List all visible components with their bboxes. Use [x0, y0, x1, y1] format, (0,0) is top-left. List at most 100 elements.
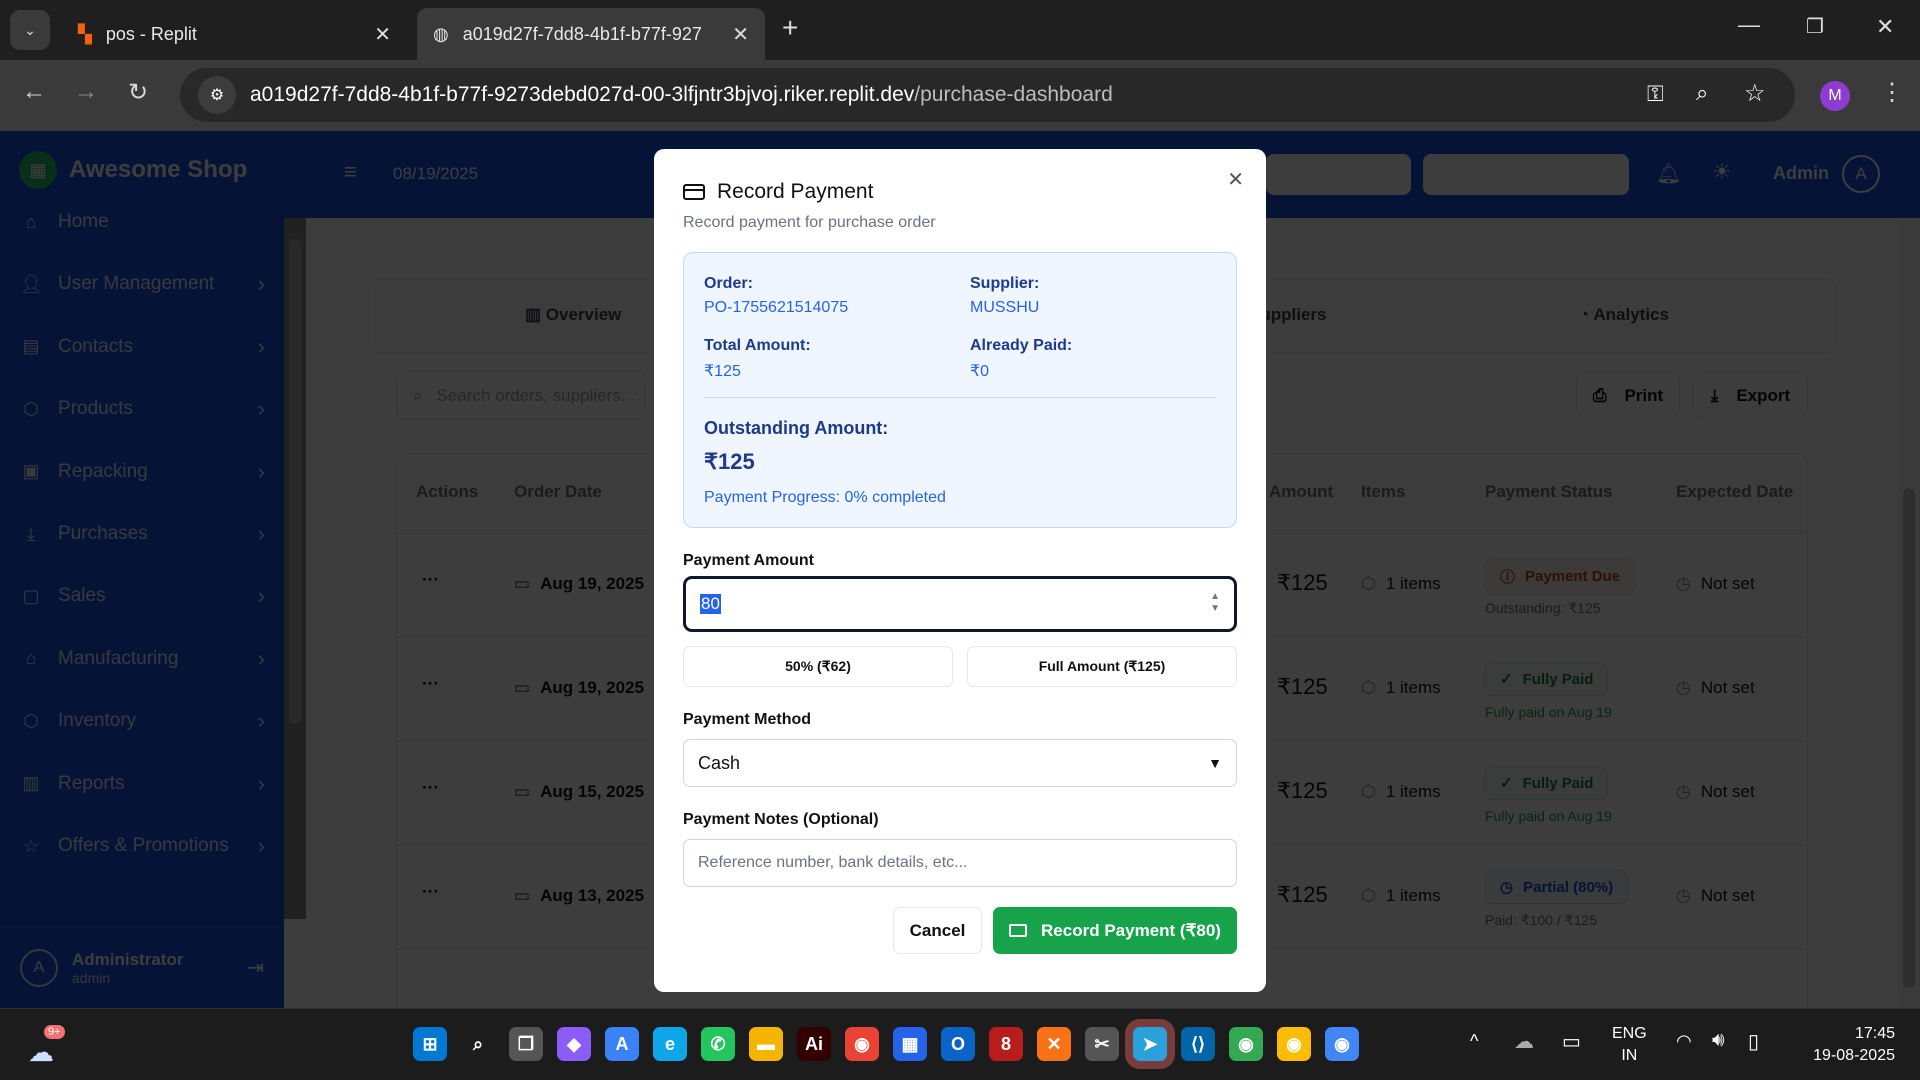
sidebar-item-products[interactable]: ⬡ Products › — [20, 385, 265, 433]
sidebar-item-offers-promotions[interactable]: ☆ Offers & Promotions › — [20, 822, 265, 870]
address-bar[interactable]: ⚙ a019d27f-7dd8-4b1f-b77f-9273debd027d-0… — [180, 68, 1795, 122]
tab-list-button[interactable]: ⌄ — [10, 10, 50, 50]
sidebar-item-user-management[interactable]: 👤︎ User Management › — [20, 260, 265, 308]
tray-chevron-icon[interactable]: ^ — [1470, 1031, 1478, 1052]
already-paid: ₹0 — [970, 363, 990, 380]
payment-method-select[interactable]: Cash ▼ — [683, 739, 1237, 787]
calendar-icon: ▭ — [514, 574, 531, 593]
bell-icon[interactable]: 🔔︎ — [1656, 161, 1681, 186]
column-header-actions: Actions — [416, 482, 479, 501]
display-icon[interactable]: ▭ — [1562, 1029, 1581, 1054]
calendar-icon: ▭ — [514, 782, 531, 801]
row-actions-menu[interactable]: ··· — [422, 674, 439, 694]
language-indicator[interactable]: ENG IN — [1612, 1023, 1647, 1067]
print-button[interactable]: ⎙ Print — [1576, 373, 1680, 418]
illustrator-icon[interactable]: Ai — [797, 1027, 831, 1061]
close-tab-icon[interactable]: ✕ — [374, 22, 391, 47]
file-explorer-icon[interactable]: ▬ — [749, 1027, 783, 1061]
clock[interactable]: 17:45 19-08-2025 — [1795, 1023, 1895, 1067]
payment-amount-input[interactable]: 80 ▲ ▼ — [683, 576, 1237, 632]
clock-icon: ◷ — [1676, 886, 1691, 905]
search-input[interactable]: ⌕ Search orders, suppliers... — [396, 371, 646, 420]
sidebar-item-inventory[interactable]: ⬡ Inventory › — [20, 697, 265, 745]
column-header-amount: Amount — [1269, 482, 1334, 501]
app-icon[interactable]: 8 — [989, 1027, 1023, 1061]
hamburger-menu-icon[interactable]: ≡ — [344, 159, 357, 185]
reload-icon[interactable]: ↻ — [128, 78, 148, 107]
restore-button[interactable]: ❐ — [1806, 14, 1824, 39]
weather-widget[interactable]: ☁ 9+ — [28, 1025, 68, 1067]
page-scrollbar[interactable] — [1898, 218, 1920, 1008]
site-settings-icon[interactable]: ⚙ — [198, 76, 236, 114]
chrome-active-icon[interactable]: ◉ — [1325, 1027, 1359, 1061]
full-amount-button[interactable]: Full Amount (₹125) — [967, 646, 1237, 687]
battery-icon[interactable]: ▯ — [1748, 1029, 1759, 1054]
password-key-icon[interactable]: ⚿ — [1647, 81, 1664, 107]
sidebar-item-manufacturing[interactable]: ⌂ Manufacturing › — [20, 635, 265, 683]
sidebar-item-purchases[interactable]: ⤓ Purchases › — [20, 510, 265, 558]
sidebar-item-sales[interactable]: ▢ Sales › — [20, 572, 265, 620]
close-tab-icon[interactable]: ✕ — [732, 22, 749, 47]
row-actions-menu[interactable]: ··· — [422, 570, 439, 590]
chrome-profile-icon[interactable]: ◉ — [1229, 1027, 1263, 1061]
status-note: Fully paid on Aug 19 — [1485, 808, 1612, 824]
record-payment-button[interactable]: Record Payment (₹80) — [993, 907, 1237, 954]
sidebar-scrollbar-thumb[interactable] — [289, 239, 301, 724]
page-scrollbar-thumb[interactable] — [1903, 488, 1915, 988]
onedrive-icon[interactable]: ☁ — [1514, 1029, 1534, 1054]
close-window-button[interactable]: ✕ — [1876, 14, 1894, 40]
telegram-icon[interactable]: ➤ — [1133, 1027, 1167, 1061]
number-spinner[interactable]: ▲ ▼ — [1210, 591, 1220, 615]
user-avatar[interactable]: A — [1842, 155, 1880, 193]
row-actions-menu[interactable]: ··· — [422, 778, 439, 798]
new-tab-button[interactable]: + — [782, 12, 798, 44]
store-icon[interactable]: ▦ — [893, 1027, 927, 1061]
vscode-icon[interactable]: ⟨⟩ — [1181, 1027, 1215, 1061]
header-button[interactable] — [1423, 154, 1629, 195]
back-icon[interactable]: ← — [22, 78, 46, 106]
theme-sun-icon[interactable]: ☀ — [1712, 159, 1732, 185]
sidebar-item-contacts[interactable]: ▤ Contacts › — [20, 323, 265, 371]
volume-icon[interactable]: 🔊︎ — [1712, 1029, 1725, 1052]
xampp-icon[interactable]: ✕ — [1037, 1027, 1071, 1061]
half-amount-button[interactable]: 50% (₹62) — [683, 646, 953, 687]
sidebar-item-reports[interactable]: ▥ Reports › — [20, 760, 265, 808]
close-dialog-icon[interactable]: ✕ — [1227, 167, 1244, 192]
menu-kebab-icon[interactable]: ⋮ — [1880, 78, 1904, 107]
export-button[interactable]: ⤓ Export — [1693, 373, 1808, 418]
divider — [704, 397, 1216, 398]
logout-icon[interactable]: ⇥ — [247, 955, 264, 980]
snipping-icon[interactable]: ✂ — [1085, 1027, 1119, 1061]
sidebar-item-repacking[interactable]: ▣ Repacking › — [20, 448, 265, 496]
outlook-icon[interactable]: O — [941, 1027, 975, 1061]
chrome-profile-icon[interactable]: ◉ — [1277, 1027, 1311, 1061]
browser-tab-active[interactable]: ◍ a019d27f-7dd8-4b1f-b77f-927 ✕ — [417, 8, 765, 60]
windows-start-icon[interactable]: ⊞ — [413, 1027, 447, 1061]
zoom-icon[interactable]: ⌕ — [1696, 80, 1708, 106]
chrome-icon[interactable]: ◉ — [845, 1027, 879, 1061]
app-icon[interactable]: A — [605, 1027, 639, 1061]
edge-icon[interactable]: e — [653, 1027, 687, 1061]
bookmark-star-icon[interactable]: ☆ — [1744, 79, 1766, 108]
cancel-button[interactable]: Cancel — [893, 907, 982, 954]
sidebar-item-home[interactable]: ⌂ Home — [20, 198, 265, 246]
whatsapp-icon[interactable]: ✆ — [701, 1027, 735, 1061]
tab-analytics[interactable]: ◔ Analytics — [1579, 305, 1669, 325]
row-actions-menu[interactable]: ··· — [422, 882, 439, 902]
brand-name: Awesome Shop — [69, 156, 248, 183]
chevron-right-icon: › — [257, 521, 265, 546]
task-view-icon[interactable]: ❐ — [509, 1027, 543, 1061]
browser-tab-replit[interactable]: ▚ pos - Replit ✕ — [62, 8, 407, 60]
payment-notes-label: Payment Notes (Optional) — [683, 811, 879, 828]
wifi-icon[interactable]: ◠ — [1676, 1031, 1692, 1052]
package-icon: ⬡ — [1361, 886, 1376, 905]
header-button[interactable] — [1266, 154, 1411, 195]
copilot-icon[interactable]: ◆ — [557, 1027, 591, 1061]
payment-notes-input[interactable]: Reference number, bank details, etc... — [683, 839, 1237, 887]
search-icon[interactable]: ⌕ — [461, 1027, 495, 1061]
minimize-button[interactable]: — — [1738, 12, 1760, 38]
payment-method-label: Payment Method — [683, 711, 812, 728]
forward-icon[interactable]: → — [74, 78, 98, 106]
tab-overview[interactable]: ▥ Overview — [525, 305, 621, 325]
profile-avatar[interactable]: M — [1820, 81, 1850, 111]
